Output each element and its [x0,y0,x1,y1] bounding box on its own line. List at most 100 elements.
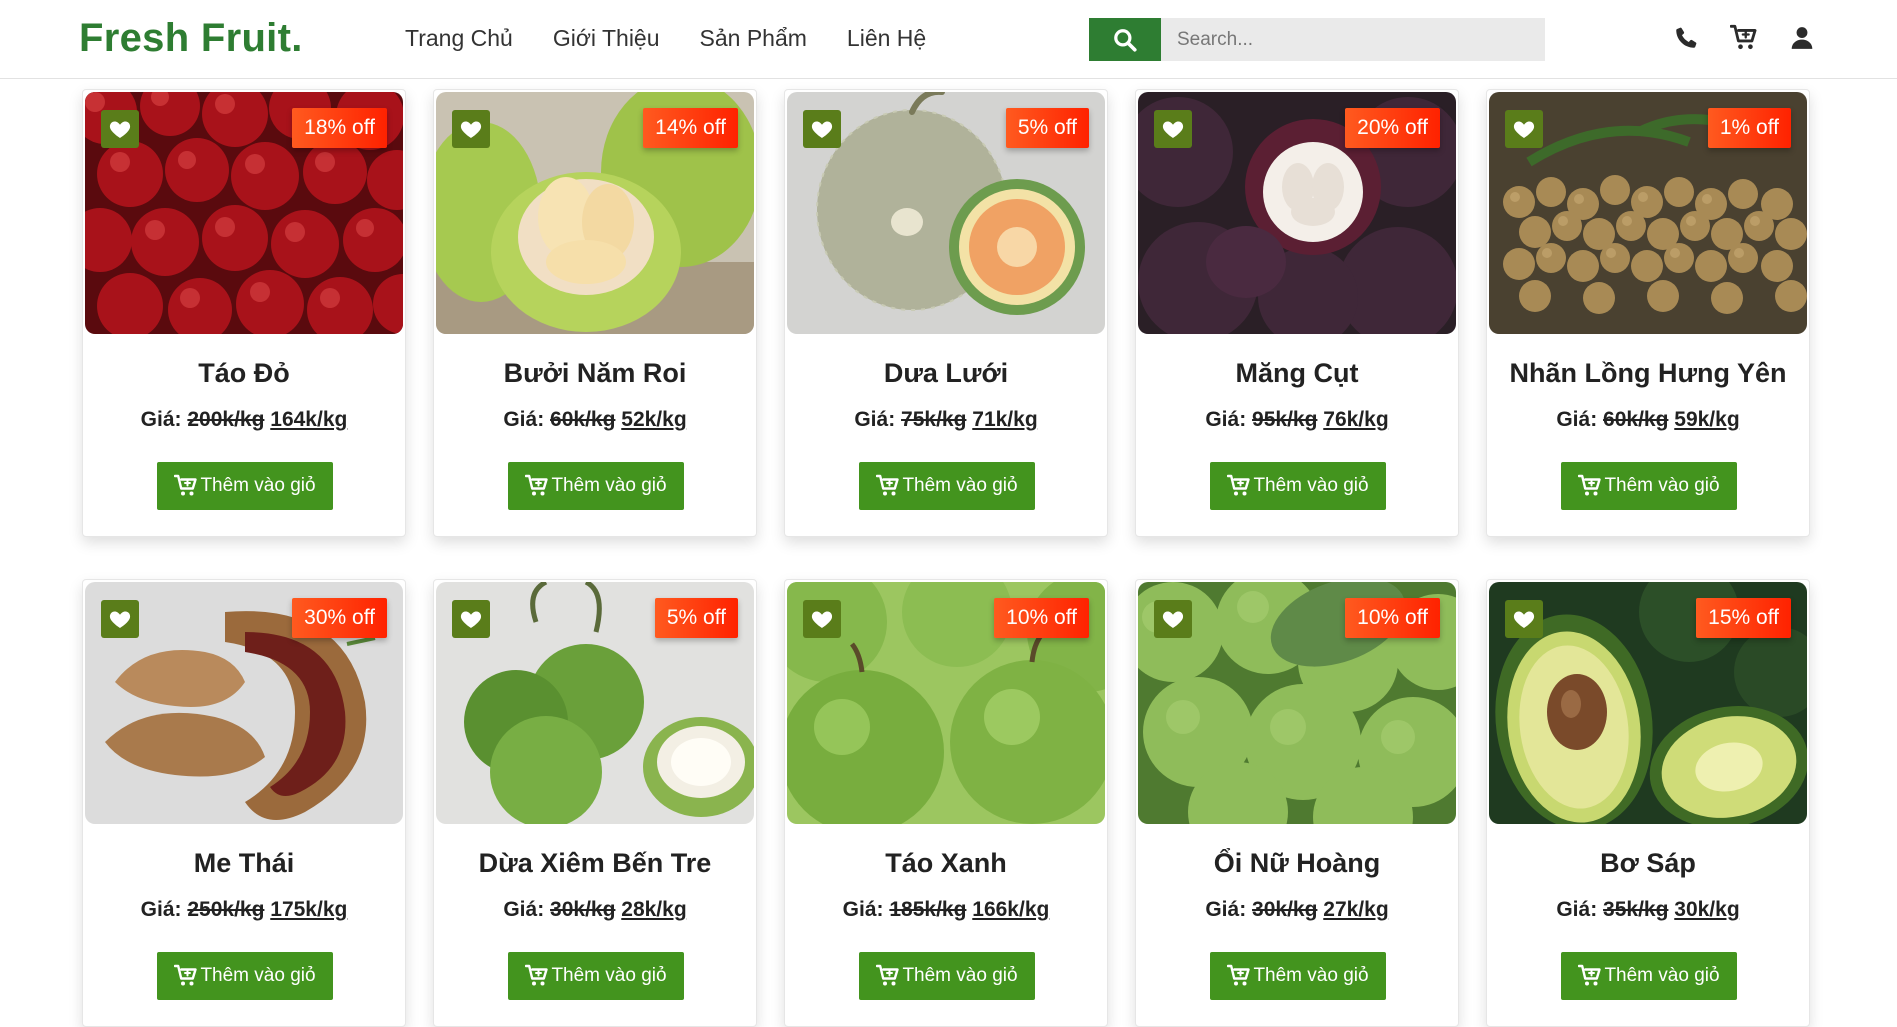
nav-about[interactable]: Giới Thiệu [553,25,660,52]
discount-badge: 1% off [1707,108,1791,148]
new-price: 59k/kg [1674,408,1740,431]
add-to-cart-label: Thêm vào giỏ [200,965,316,986]
product-name[interactable]: Me Thái [83,848,405,879]
add-to-cart-button[interactable]: Thêm vào giỏ [1561,462,1737,510]
favorite-button[interactable] [1154,600,1192,638]
product-name[interactable]: Dưa Lưới [785,358,1107,389]
add-to-cart-label: Thêm vào giỏ [1253,965,1369,986]
product-card[interactable]: 20% off Măng Cụt Giá: 95k/kg 76k/kg Thêm… [1135,89,1459,537]
nav-home[interactable]: Trang Chủ [405,25,513,52]
cart-icon [1578,474,1602,498]
new-price: 164k/kg [270,408,348,431]
new-price: 30k/kg [1674,898,1740,921]
product-name[interactable]: Măng Cụt [1136,358,1458,389]
add-to-cart-label: Thêm vào giỏ [902,965,1018,986]
heart-icon [1512,607,1536,631]
nav-products[interactable]: Sản Phẩm [700,25,807,52]
favorite-button[interactable] [101,110,139,148]
old-price: 60k/kg [550,408,616,431]
product-price: Giá: 75k/kg 71k/kg [785,408,1107,432]
add-to-cart-button[interactable]: Thêm vào giỏ [508,462,684,510]
favorite-button[interactable] [1505,110,1543,148]
add-to-cart-button[interactable]: Thêm vào giỏ [157,462,333,510]
add-to-cart-button[interactable]: Thêm vào giỏ [859,462,1035,510]
product-card[interactable]: 1% off Nhãn Lồng Hưng Yên Giá: 60k/kg 59… [1486,89,1810,537]
price-label: Giá: [1556,898,1598,921]
old-price: 200k/kg [187,408,265,431]
discount-badge: 18% off [292,108,387,148]
discount-badge: 5% off [1005,108,1089,148]
new-price: 76k/kg [1323,408,1389,431]
product-price: Giá: 60k/kg 52k/kg [434,408,756,432]
cart-button[interactable] [1730,24,1758,52]
new-price: 27k/kg [1323,898,1389,921]
add-to-cart-label: Thêm vào giỏ [551,965,667,986]
heart-icon [108,607,132,631]
add-to-cart-button[interactable]: Thêm vào giỏ [1210,952,1386,1000]
product-price: Giá: 30k/kg 27k/kg [1136,898,1458,922]
product-name[interactable]: Dừa Xiêm Bến Tre [434,848,756,879]
product-card[interactable]: 18% off Táo Đỏ Giá: 200k/kg 164k/kg Thêm… [82,89,406,537]
favorite-button[interactable] [1505,600,1543,638]
favorite-button[interactable] [803,110,841,148]
search-input[interactable] [1161,18,1545,61]
new-price: 166k/kg [972,898,1050,921]
heart-icon [459,117,483,141]
add-to-cart-button[interactable]: Thêm vào giỏ [1210,462,1386,510]
product-card[interactable]: 10% off Ổi Nữ Hoàng Giá: 30k/kg 27k/kg T… [1135,579,1459,1027]
search-bar [1089,18,1545,61]
discount-badge: 10% off [994,598,1089,638]
search-button[interactable] [1089,18,1161,61]
product-card[interactable]: 10% off Táo Xanh Giá: 185k/kg 166k/kg Th… [784,579,1108,1027]
heart-icon [1161,117,1185,141]
product-price: Giá: 250k/kg 175k/kg [83,898,405,922]
price-label: Giá: [842,898,884,921]
cart-icon [525,474,549,498]
phone-button[interactable] [1672,24,1700,52]
add-to-cart-label: Thêm vào giỏ [1604,965,1720,986]
favorite-button[interactable] [1154,110,1192,148]
product-card[interactable]: 5% off Dưa Lưới Giá: 75k/kg 71k/kg Thêm … [784,89,1108,537]
price-label: Giá: [140,898,182,921]
product-price: Giá: 30k/kg 28k/kg [434,898,756,922]
favorite-button[interactable] [101,600,139,638]
user-button[interactable] [1788,24,1816,52]
cart-icon [1578,964,1602,988]
product-card[interactable]: 15% off Bơ Sáp Giá: 35k/kg 30k/kg Thêm v… [1486,579,1810,1027]
product-name[interactable]: Táo Xanh [785,848,1107,879]
product-name[interactable]: Bơ Sáp [1487,848,1809,879]
product-name[interactable]: Táo Đỏ [83,358,405,389]
discount-badge: 20% off [1345,108,1440,148]
cart-icon [525,964,549,988]
price-label: Giá: [1556,408,1598,431]
add-to-cart-label: Thêm vào giỏ [902,475,1018,496]
cart-icon [876,474,900,498]
product-name[interactable]: Ổi Nữ Hoàng [1136,848,1458,879]
favorite-button[interactable] [452,110,490,148]
add-to-cart-button[interactable]: Thêm vào giỏ [859,952,1035,1000]
product-name[interactable]: Nhãn Lồng Hưng Yên [1487,358,1809,389]
product-card[interactable]: 14% off Bưởi Năm Roi Giá: 60k/kg 52k/kg … [433,89,757,537]
header-actions [1672,24,1816,52]
price-label: Giá: [854,408,896,431]
heart-icon [1161,607,1185,631]
product-card[interactable]: 5% off Dừa Xiêm Bến Tre Giá: 30k/kg 28k/… [433,579,757,1027]
add-to-cart-label: Thêm vào giỏ [200,475,316,496]
nav-contact[interactable]: Liên Hệ [847,25,926,52]
favorite-button[interactable] [803,600,841,638]
user-icon [1791,27,1813,49]
add-to-cart-button[interactable]: Thêm vào giỏ [1561,952,1737,1000]
product-card[interactable]: 30% off Me Thái Giá: 250k/kg 175k/kg Thê… [82,579,406,1027]
price-label: Giá: [503,898,545,921]
favorite-button[interactable] [452,600,490,638]
site-header: Fresh Fruit. Trang Chủ Giới Thiệu Sản Ph… [0,0,1897,79]
heart-icon [459,607,483,631]
site-logo[interactable]: Fresh Fruit. [79,16,303,61]
cart-icon [1730,24,1758,52]
add-to-cart-button[interactable]: Thêm vào giỏ [157,952,333,1000]
discount-badge: 14% off [643,108,738,148]
cart-icon [174,964,198,988]
product-name[interactable]: Bưởi Năm Roi [434,358,756,389]
new-price: 71k/kg [972,408,1038,431]
add-to-cart-button[interactable]: Thêm vào giỏ [508,952,684,1000]
